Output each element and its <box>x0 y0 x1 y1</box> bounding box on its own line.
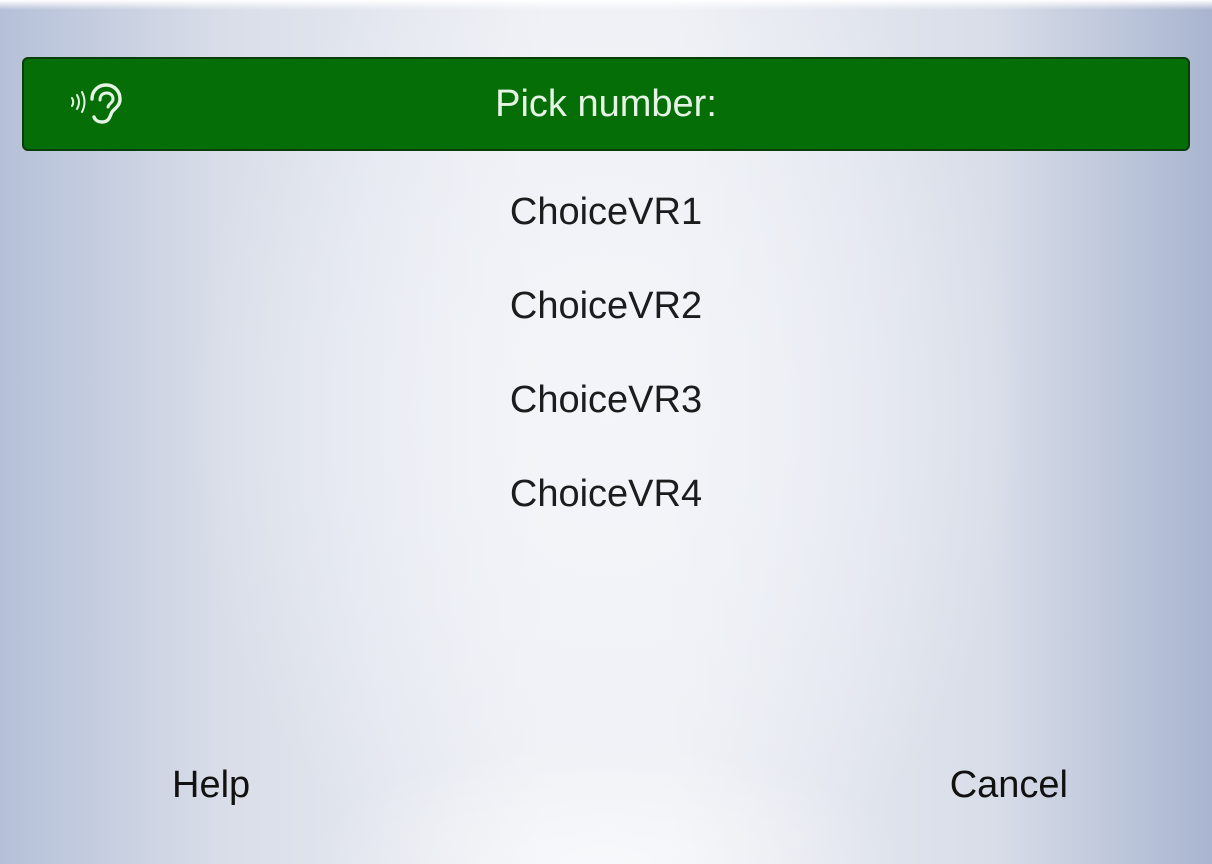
choice-item-1[interactable]: ChoiceVR1 <box>0 165 1212 259</box>
cancel-softkey[interactable]: Cancel <box>950 755 1068 815</box>
top-highlight <box>0 0 1212 10</box>
help-softkey[interactable]: Help <box>172 755 250 815</box>
page-title: Pick number: <box>495 83 717 125</box>
title-bar: Pick number: <box>22 57 1190 151</box>
choice-item-2[interactable]: ChoiceVR2 <box>0 259 1212 353</box>
choice-item-3[interactable]: ChoiceVR3 <box>0 353 1212 447</box>
choice-item-4[interactable]: ChoiceVR4 <box>0 447 1212 541</box>
choice-list: ChoiceVR1 ChoiceVR2 ChoiceVR3 ChoiceVR4 <box>0 165 1212 541</box>
